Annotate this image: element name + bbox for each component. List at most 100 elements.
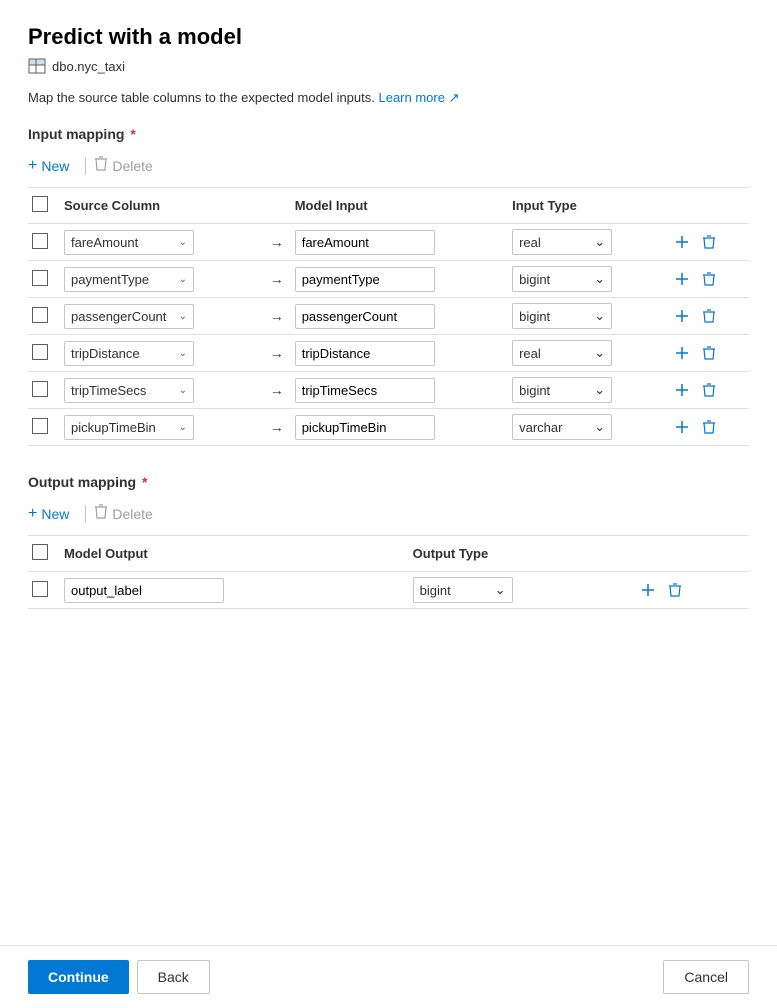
model-input-field-1[interactable] bbox=[295, 267, 435, 292]
source-column-select-1[interactable]: paymentType ⌄ bbox=[64, 267, 194, 292]
model-input-field-0[interactable] bbox=[295, 230, 435, 255]
output-select-all-col bbox=[28, 536, 60, 572]
add-row-button-5[interactable] bbox=[671, 418, 693, 436]
output-row-checkbox-0[interactable] bbox=[32, 581, 48, 597]
chevron-down-icon: ⌄ bbox=[179, 422, 187, 433]
trash-icon-output bbox=[94, 504, 108, 523]
chevron-down-icon: ⌄ bbox=[495, 582, 506, 598]
chevron-down-icon: ⌄ bbox=[179, 274, 187, 285]
model-input-field-4[interactable] bbox=[295, 378, 435, 403]
input-row-checkbox-4[interactable] bbox=[32, 381, 48, 397]
input-new-button[interactable]: + New bbox=[28, 154, 77, 178]
continue-button[interactable]: Continue bbox=[28, 960, 129, 994]
chevron-down-icon: ⌄ bbox=[594, 234, 605, 250]
model-input-field-3[interactable] bbox=[295, 341, 435, 366]
delete-row-button-0[interactable] bbox=[699, 233, 719, 251]
output-toolbar-divider bbox=[85, 505, 86, 523]
row-actions-4 bbox=[671, 381, 745, 399]
arrow-icon: → bbox=[270, 234, 284, 250]
source-column-select-2[interactable]: passengerCount ⌄ bbox=[64, 304, 194, 329]
source-column-select-0[interactable]: fareAmount ⌄ bbox=[64, 230, 194, 255]
source-column-select-3[interactable]: tripDistance ⌄ bbox=[64, 341, 194, 366]
output-type-select-0[interactable]: bigint ⌄ bbox=[413, 577, 513, 603]
output-select-all-checkbox[interactable] bbox=[32, 544, 48, 560]
input-mapping-table: Source Column Model Input Input Type far… bbox=[28, 188, 749, 446]
input-type-select-2[interactable]: bigint ⌄ bbox=[512, 303, 612, 329]
output-mapping-title: Output mapping * bbox=[28, 474, 749, 490]
delete-row-button-1[interactable] bbox=[699, 270, 719, 288]
chevron-down-icon: ⌄ bbox=[594, 419, 605, 435]
chevron-down-icon: ⌄ bbox=[594, 308, 605, 324]
chevron-down-icon: ⌄ bbox=[594, 345, 605, 361]
row-actions-5 bbox=[671, 418, 745, 436]
database-icon bbox=[28, 58, 46, 74]
input-row-checkbox-0[interactable] bbox=[32, 233, 48, 249]
footer: Continue Back Cancel bbox=[0, 945, 777, 1008]
input-row-checkbox-1[interactable] bbox=[32, 270, 48, 286]
delete-row-button-2[interactable] bbox=[699, 307, 719, 325]
input-row-checkbox-3[interactable] bbox=[32, 344, 48, 360]
add-row-button-0[interactable] bbox=[671, 233, 693, 251]
input-row-checkbox-2[interactable] bbox=[32, 307, 48, 323]
delete-row-button-4[interactable] bbox=[699, 381, 719, 399]
delete-output-row-button-0[interactable] bbox=[665, 581, 685, 599]
output-new-button[interactable]: + New bbox=[28, 502, 77, 526]
trash-icon bbox=[94, 156, 108, 175]
add-row-button-1[interactable] bbox=[671, 270, 693, 288]
input-mapping-row: tripTimeSecs ⌄ → bigint ⌄ bbox=[28, 372, 749, 409]
learn-more-link[interactable]: Learn more bbox=[378, 90, 444, 105]
input-mapping-row: paymentType ⌄ → bigint ⌄ bbox=[28, 261, 749, 298]
input-row-checkbox-5[interactable] bbox=[32, 418, 48, 434]
source-column-select-5[interactable]: pickupTimeBin ⌄ bbox=[64, 415, 194, 440]
input-type-select-4[interactable]: bigint ⌄ bbox=[512, 377, 612, 403]
delete-row-button-5[interactable] bbox=[699, 418, 719, 436]
model-output-field-0[interactable] bbox=[64, 578, 224, 603]
input-mapping-row: fareAmount ⌄ → real ⌄ bbox=[28, 224, 749, 261]
input-mapping-title: Input mapping * bbox=[28, 126, 749, 142]
output-type-header: Output Type bbox=[409, 536, 633, 572]
chevron-down-icon: ⌄ bbox=[179, 311, 187, 322]
row-actions-2 bbox=[671, 307, 745, 325]
model-output-header: Model Output bbox=[60, 536, 409, 572]
model-input-field-2[interactable] bbox=[295, 304, 435, 329]
delete-row-button-3[interactable] bbox=[699, 344, 719, 362]
source-column-select-4[interactable]: tripTimeSecs ⌄ bbox=[64, 378, 194, 403]
page-title: Predict with a model bbox=[28, 24, 749, 50]
add-row-button-2[interactable] bbox=[671, 307, 693, 325]
arrow-icon: → bbox=[270, 308, 284, 324]
db-name: dbo.nyc_taxi bbox=[52, 59, 125, 74]
input-type-select-3[interactable]: real ⌄ bbox=[512, 340, 612, 366]
input-type-select-5[interactable]: varchar ⌄ bbox=[512, 414, 612, 440]
input-mapping-row: passengerCount ⌄ → bigint ⌄ bbox=[28, 298, 749, 335]
toolbar-divider bbox=[85, 157, 86, 175]
db-label-row: dbo.nyc_taxi bbox=[28, 58, 749, 74]
chevron-down-icon: ⌄ bbox=[179, 348, 187, 359]
arrow-icon: → bbox=[270, 271, 284, 287]
output-delete-button[interactable]: Delete bbox=[94, 500, 160, 527]
input-mapping-row: tripDistance ⌄ → real ⌄ bbox=[28, 335, 749, 372]
add-output-row-button-0[interactable] bbox=[637, 581, 659, 599]
arrow-icon: → bbox=[270, 345, 284, 361]
main-content: Predict with a model dbo.nyc_taxi Map th… bbox=[0, 0, 777, 945]
arrow-icon: → bbox=[270, 382, 284, 398]
input-mapping-row: pickupTimeBin ⌄ → varchar ⌄ bbox=[28, 409, 749, 446]
chevron-down-icon: ⌄ bbox=[179, 385, 187, 396]
output-row-actions-0 bbox=[637, 581, 745, 599]
row-actions-3 bbox=[671, 344, 745, 362]
plus-icon: + bbox=[28, 158, 37, 174]
add-row-button-4[interactable] bbox=[671, 381, 693, 399]
input-select-all-checkbox[interactable] bbox=[32, 196, 48, 212]
back-button[interactable]: Back bbox=[137, 960, 210, 994]
input-select-all-col bbox=[28, 188, 60, 224]
chevron-down-icon: ⌄ bbox=[594, 382, 605, 398]
input-mapping-toolbar: + New Delete bbox=[28, 152, 749, 188]
model-input-field-5[interactable] bbox=[295, 415, 435, 440]
input-type-select-0[interactable]: real ⌄ bbox=[512, 229, 612, 255]
output-mapping-row: bigint ⌄ bbox=[28, 572, 749, 609]
input-type-select-1[interactable]: bigint ⌄ bbox=[512, 266, 612, 292]
output-mapping-toolbar: + New Delete bbox=[28, 500, 749, 536]
input-delete-button[interactable]: Delete bbox=[94, 152, 160, 179]
cancel-button[interactable]: Cancel bbox=[663, 960, 749, 994]
input-type-header: Input Type bbox=[508, 188, 667, 224]
add-row-button-3[interactable] bbox=[671, 344, 693, 362]
